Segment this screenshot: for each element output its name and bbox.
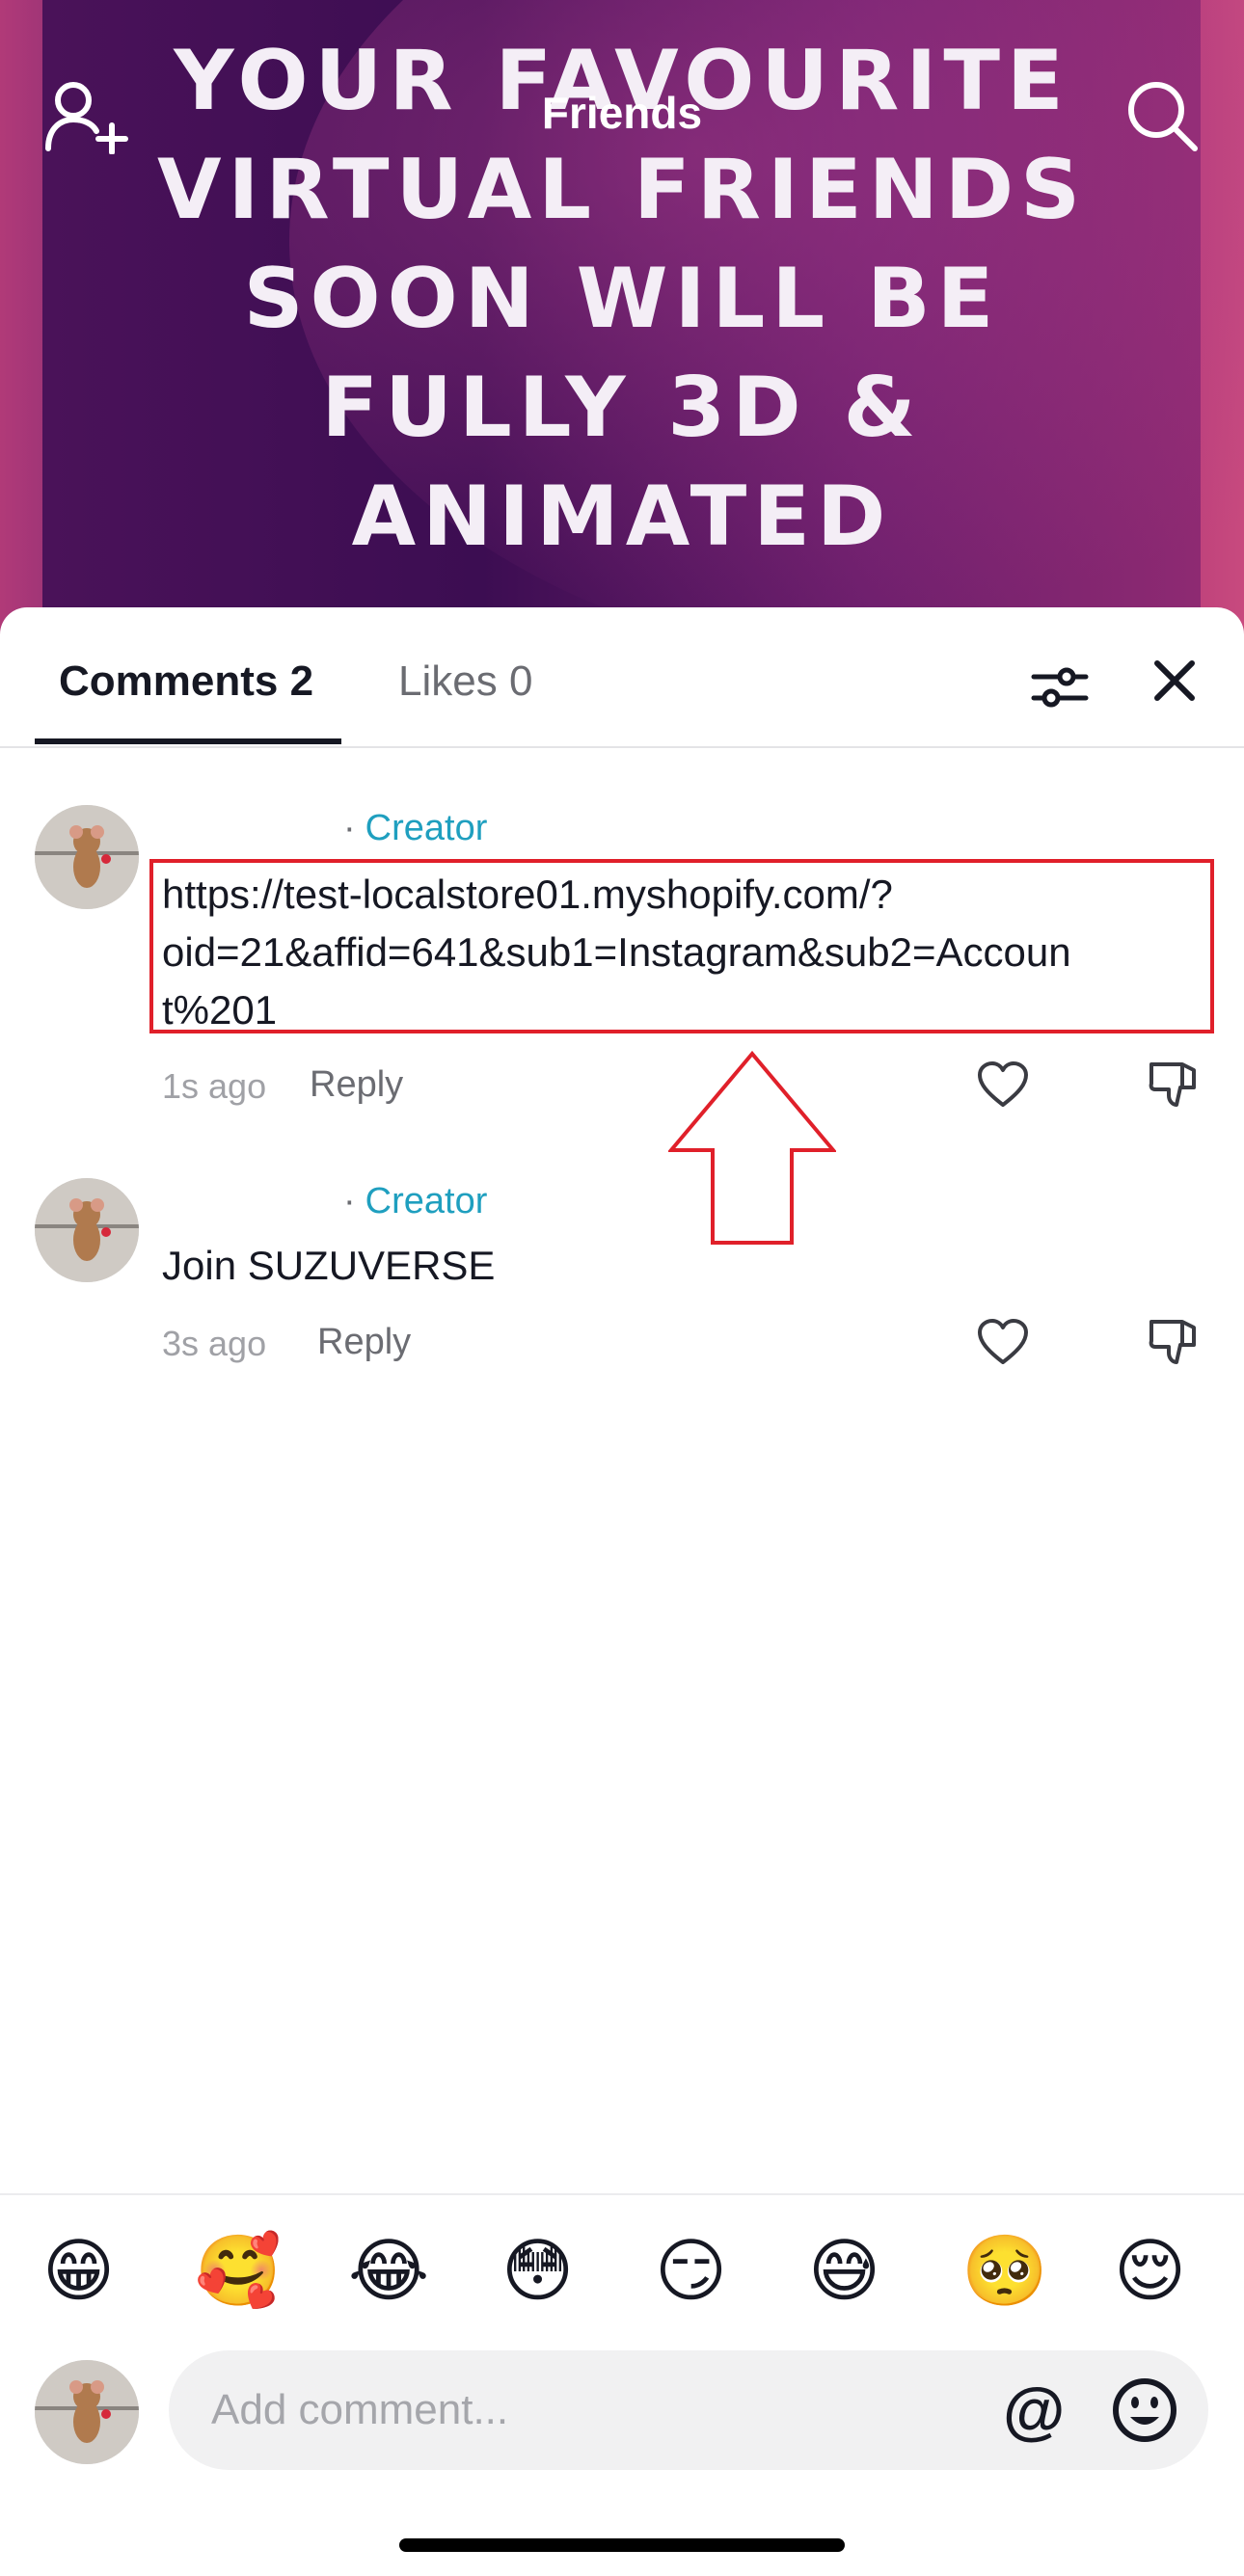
- separator-dot: ·: [343, 808, 356, 848]
- comment-text[interactable]: Join SUZUVERSE: [162, 1237, 495, 1295]
- highlight-box: [149, 859, 1214, 1033]
- up-arrow-annotation: [666, 1050, 838, 1246]
- avatar[interactable]: [35, 805, 139, 909]
- creator-label: Creator: [365, 808, 488, 848]
- emoji-flushed[interactable]: 😳: [501, 2227, 574, 2314]
- tab-comments[interactable]: Comments 2: [59, 657, 313, 706]
- home-indicator[interactable]: [399, 2538, 845, 2552]
- composer-divider: [0, 2193, 1244, 2195]
- dislike-icon[interactable]: [1148, 1318, 1198, 1366]
- emoji-pleading[interactable]: 🥺: [961, 2227, 1048, 2314]
- reply-button[interactable]: Reply: [317, 1322, 411, 1363]
- user-avatar: [35, 2360, 139, 2464]
- heart-icon[interactable]: [977, 1060, 1029, 1109]
- search-icon[interactable]: [1123, 77, 1201, 154]
- creator-label: Creator: [365, 1181, 488, 1221]
- tab-likes[interactable]: Likes 0: [398, 657, 532, 706]
- emoji-tears-of-joy[interactable]: 😂: [348, 2227, 429, 2314]
- dislike-icon[interactable]: [1148, 1060, 1198, 1109]
- creator-badge: · Creator: [343, 808, 487, 849]
- mention-icon[interactable]: @: [1003, 2375, 1065, 2445]
- emoji-picker-icon[interactable]: [1111, 2376, 1178, 2444]
- avatar[interactable]: [35, 1178, 139, 1282]
- emoji-grin[interactable]: 😁: [42, 2227, 115, 2314]
- emoji-quick-bar: 😁 🥰 😂 😳 😏 😅 🥺 😌: [0, 2227, 1244, 2314]
- tab-bar: Comments 2 Likes 0: [0, 607, 1244, 748]
- creator-badge: · Creator: [343, 1181, 487, 1222]
- filter-icon[interactable]: [1028, 656, 1092, 719]
- page-title: Friends: [541, 88, 703, 138]
- separator-dot: ·: [343, 1181, 356, 1221]
- reply-button[interactable]: Reply: [310, 1064, 403, 1106]
- active-tab-indicator: [35, 738, 341, 744]
- comment-timestamp: 1s ago: [162, 1066, 267, 1106]
- emoji-sweat-smile[interactable]: 😅: [808, 2227, 880, 2314]
- add-friend-icon[interactable]: [44, 77, 131, 155]
- emoji-smirk[interactable]: 😏: [655, 2227, 727, 2314]
- comment-timestamp: 3s ago: [162, 1324, 267, 1363]
- emoji-relieved[interactable]: 😌: [1114, 2227, 1186, 2314]
- close-icon[interactable]: [1148, 654, 1202, 708]
- heart-icon[interactable]: [977, 1318, 1029, 1366]
- emoji-smiling-hearts[interactable]: 🥰: [195, 2227, 282, 2314]
